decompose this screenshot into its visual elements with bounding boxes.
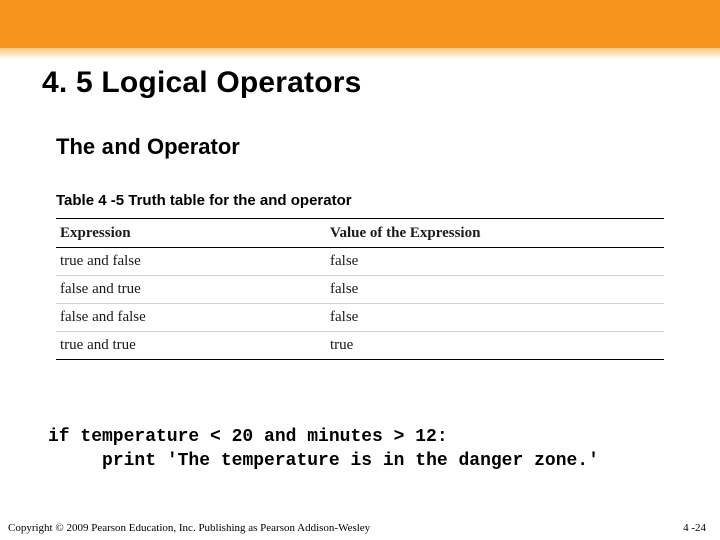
table-row: true and false false [56, 248, 664, 276]
table-cell: false and true [56, 276, 326, 304]
table-cell: false and false [56, 304, 326, 332]
copyright-text: Copyright © 2009 Pearson Education, Inc.… [8, 522, 370, 534]
truth-table: Expression Value of the Expression true … [56, 218, 664, 360]
table-header-value: Value of the Expression [326, 219, 664, 248]
header-orange-band [0, 0, 720, 48]
table-header-row: Expression Value of the Expression [56, 219, 664, 248]
table-cell: false [326, 276, 664, 304]
table-row: false and true false [56, 276, 664, 304]
table-cell: false [326, 248, 664, 276]
table-cell: true and false [56, 248, 326, 276]
table-cell: false [326, 304, 664, 332]
subtitle-suffix: Operator [141, 134, 240, 159]
code-example: if temperature < 20 and minutes > 12: pr… [48, 425, 690, 474]
subtitle-code: and [101, 136, 141, 161]
table-caption: Table 4 -5 Truth table for the and opera… [56, 192, 352, 209]
table-row: true and true true [56, 332, 664, 360]
table-header-expression: Expression [56, 219, 326, 248]
slide-title: 4. 5 Logical Operators [42, 66, 362, 100]
slide-number: 4 -24 [683, 522, 706, 534]
subtitle-prefix: The [56, 134, 101, 159]
table-cell: true and true [56, 332, 326, 360]
table-row: false and false false [56, 304, 664, 332]
slide-subtitle: The and Operator [56, 134, 240, 161]
table-cell: true [326, 332, 664, 360]
header-gradient-band [0, 48, 720, 59]
